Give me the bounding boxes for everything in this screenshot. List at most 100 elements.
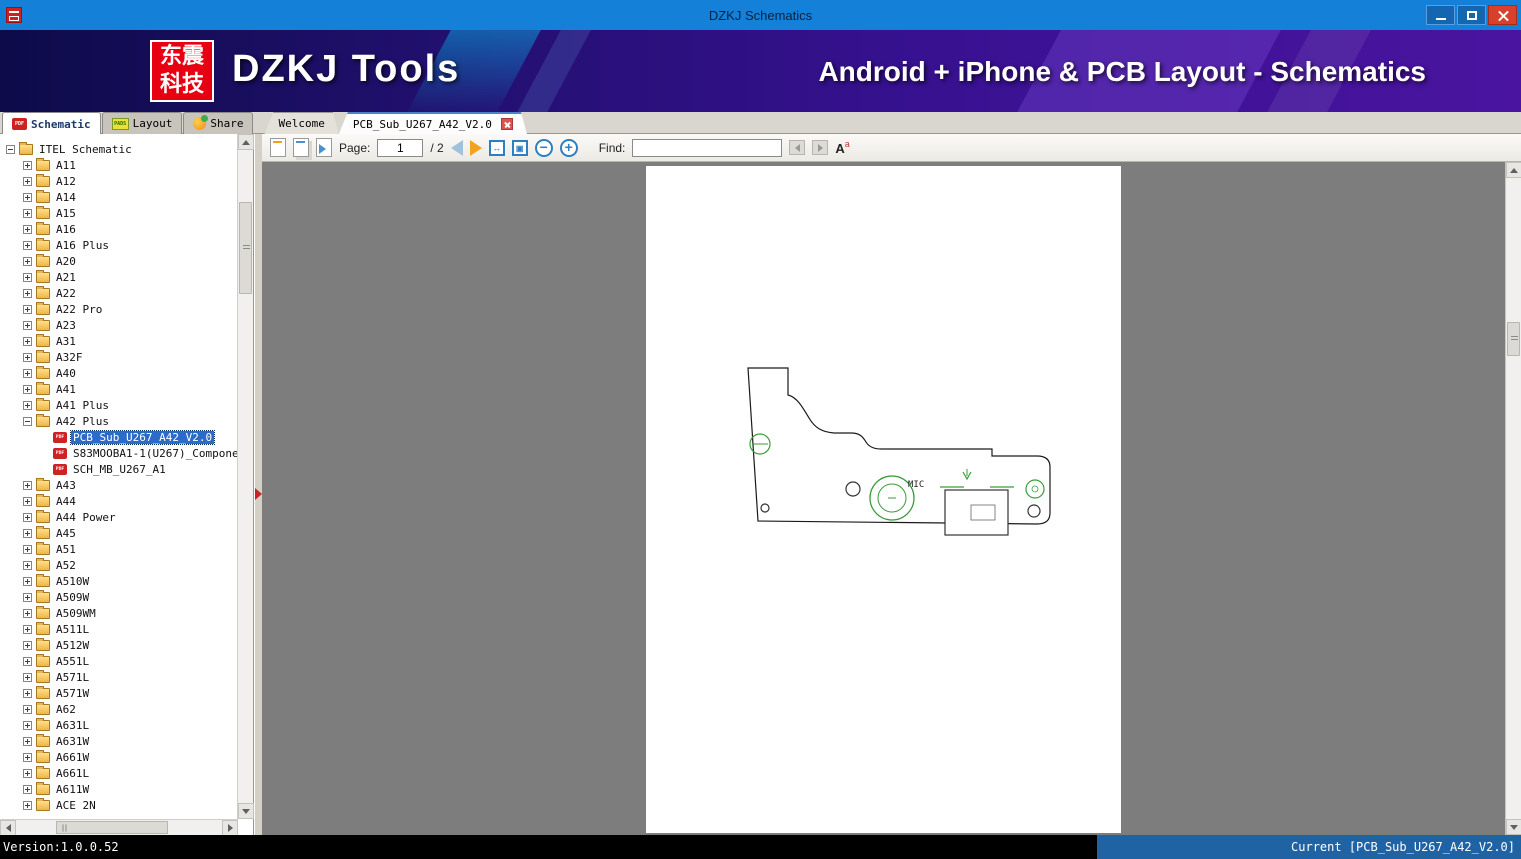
- expand-icon[interactable]: [23, 224, 32, 234]
- expand-icon[interactable]: [23, 608, 32, 618]
- expand-icon[interactable]: [23, 768, 32, 778]
- fit-page-icon[interactable]: [511, 139, 528, 156]
- tree-item[interactable]: A44: [0, 493, 238, 509]
- tree-item[interactable]: A571L: [0, 669, 238, 685]
- tree-item[interactable]: A509WM: [0, 605, 238, 621]
- next-page-icon[interactable]: [469, 139, 482, 156]
- tree-item[interactable]: A611W: [0, 781, 238, 797]
- collapse-icon[interactable]: [23, 416, 32, 426]
- expand-icon[interactable]: [23, 368, 32, 378]
- expand-icon[interactable]: [23, 384, 32, 394]
- splitter-collapse-arrow[interactable]: [255, 488, 262, 500]
- tree-item[interactable]: A21: [0, 269, 238, 285]
- document-vertical-scrollbar[interactable]: [1505, 162, 1521, 835]
- tree-item[interactable]: A22: [0, 285, 238, 301]
- expand-icon[interactable]: [23, 560, 32, 570]
- find-next-icon[interactable]: [812, 140, 829, 155]
- pdf-page[interactable]: MIC: [646, 166, 1121, 833]
- tree-item[interactable]: ITEL Schematic: [0, 141, 238, 157]
- expand-icon[interactable]: [23, 160, 32, 170]
- expand-icon[interactable]: [23, 640, 32, 650]
- tree-item[interactable]: A12: [0, 173, 238, 189]
- tree-item[interactable]: A52: [0, 557, 238, 573]
- expand-icon[interactable]: [23, 240, 32, 250]
- tree-item[interactable]: A510W: [0, 573, 238, 589]
- find-input[interactable]: [632, 138, 783, 157]
- scroll-left-button[interactable]: [0, 820, 16, 836]
- tree-item[interactable]: A15: [0, 205, 238, 221]
- tree-item[interactable]: A571W: [0, 685, 238, 701]
- expand-icon[interactable]: [23, 512, 32, 522]
- tree-item[interactable]: A661W: [0, 749, 238, 765]
- expand-icon[interactable]: [23, 528, 32, 538]
- tree-item[interactable]: A23: [0, 317, 238, 333]
- fit-width-icon[interactable]: [488, 139, 505, 156]
- scroll-down-button[interactable]: [1506, 819, 1521, 835]
- continuous-view-icon[interactable]: [316, 138, 332, 157]
- tab-schematic[interactable]: Schematic: [2, 112, 101, 135]
- font-size-icon[interactable]: [835, 139, 849, 156]
- zoom-out-icon[interactable]: [534, 138, 553, 157]
- single-page-view-icon[interactable]: [270, 138, 286, 157]
- expand-icon[interactable]: [23, 736, 32, 746]
- tree-item[interactable]: A51: [0, 541, 238, 557]
- expand-icon[interactable]: [23, 336, 32, 346]
- tree-horizontal-scrollbar[interactable]: [0, 819, 238, 836]
- zoom-in-icon[interactable]: [559, 138, 578, 157]
- expand-icon[interactable]: [23, 784, 32, 794]
- expand-icon[interactable]: [23, 256, 32, 266]
- tree-item[interactable]: A45: [0, 525, 238, 541]
- expand-icon[interactable]: [23, 672, 32, 682]
- tree-item[interactable]: A42 Plus: [0, 413, 238, 429]
- tree-item[interactable]: A32F: [0, 349, 238, 365]
- expand-icon[interactable]: [23, 688, 32, 698]
- tree-item[interactable]: ACE 2N: [0, 797, 238, 813]
- expand-icon[interactable]: [23, 592, 32, 602]
- doc-tab-pcb[interactable]: PCB_Sub_U267_A42_V2.0: [339, 112, 527, 134]
- tree-item[interactable]: A14: [0, 189, 238, 205]
- expand-icon[interactable]: [23, 352, 32, 362]
- expand-icon[interactable]: [23, 656, 32, 666]
- scroll-up-button[interactable]: [238, 134, 254, 150]
- tree-item[interactable]: A661L: [0, 765, 238, 781]
- tree-vertical-scrollbar[interactable]: [237, 134, 254, 819]
- scroll-up-button[interactable]: [1506, 162, 1521, 178]
- scrollbar-thumb[interactable]: [56, 821, 168, 834]
- expand-icon[interactable]: [23, 544, 32, 554]
- scroll-right-button[interactable]: [222, 820, 238, 836]
- expand-icon[interactable]: [23, 480, 32, 490]
- panel-splitter[interactable]: [255, 134, 262, 835]
- tree-item[interactable]: A16: [0, 221, 238, 237]
- tree-item[interactable]: A40: [0, 365, 238, 381]
- maximize-button[interactable]: [1457, 5, 1486, 25]
- tree-item[interactable]: A22 Pro: [0, 301, 238, 317]
- tree-item[interactable]: A41: [0, 381, 238, 397]
- tree-item[interactable]: A509W: [0, 589, 238, 605]
- tab-layout[interactable]: Layout: [101, 112, 183, 134]
- tree-item[interactable]: A551L: [0, 653, 238, 669]
- expand-icon[interactable]: [23, 208, 32, 218]
- expand-icon[interactable]: [23, 720, 32, 730]
- find-prev-icon[interactable]: [789, 140, 806, 155]
- scroll-down-button[interactable]: [238, 803, 254, 819]
- facing-pages-view-icon[interactable]: [293, 138, 309, 157]
- scrollbar-thumb[interactable]: [239, 202, 252, 294]
- expand-icon[interactable]: [23, 624, 32, 634]
- tree-item[interactable]: PCB_Sub_U267_A42_V2.0: [0, 429, 238, 445]
- tree-item[interactable]: A31: [0, 333, 238, 349]
- tab-close-icon[interactable]: [501, 118, 513, 130]
- tree-item[interactable]: A16 Plus: [0, 237, 238, 253]
- tab-share[interactable]: Share: [183, 112, 254, 134]
- tree-item[interactable]: SCH_MB_U267_A1: [0, 461, 238, 477]
- minimize-button[interactable]: [1426, 5, 1455, 25]
- collapse-icon[interactable]: [6, 144, 15, 154]
- expand-icon[interactable]: [23, 176, 32, 186]
- expand-icon[interactable]: [23, 576, 32, 586]
- tree-item[interactable]: A512W: [0, 637, 238, 653]
- expand-icon[interactable]: [23, 704, 32, 714]
- tree-item[interactable]: A62: [0, 701, 238, 717]
- tree-item[interactable]: A511L: [0, 621, 238, 637]
- tree-item[interactable]: A43: [0, 477, 238, 493]
- expand-icon[interactable]: [23, 800, 32, 810]
- expand-icon[interactable]: [23, 400, 32, 410]
